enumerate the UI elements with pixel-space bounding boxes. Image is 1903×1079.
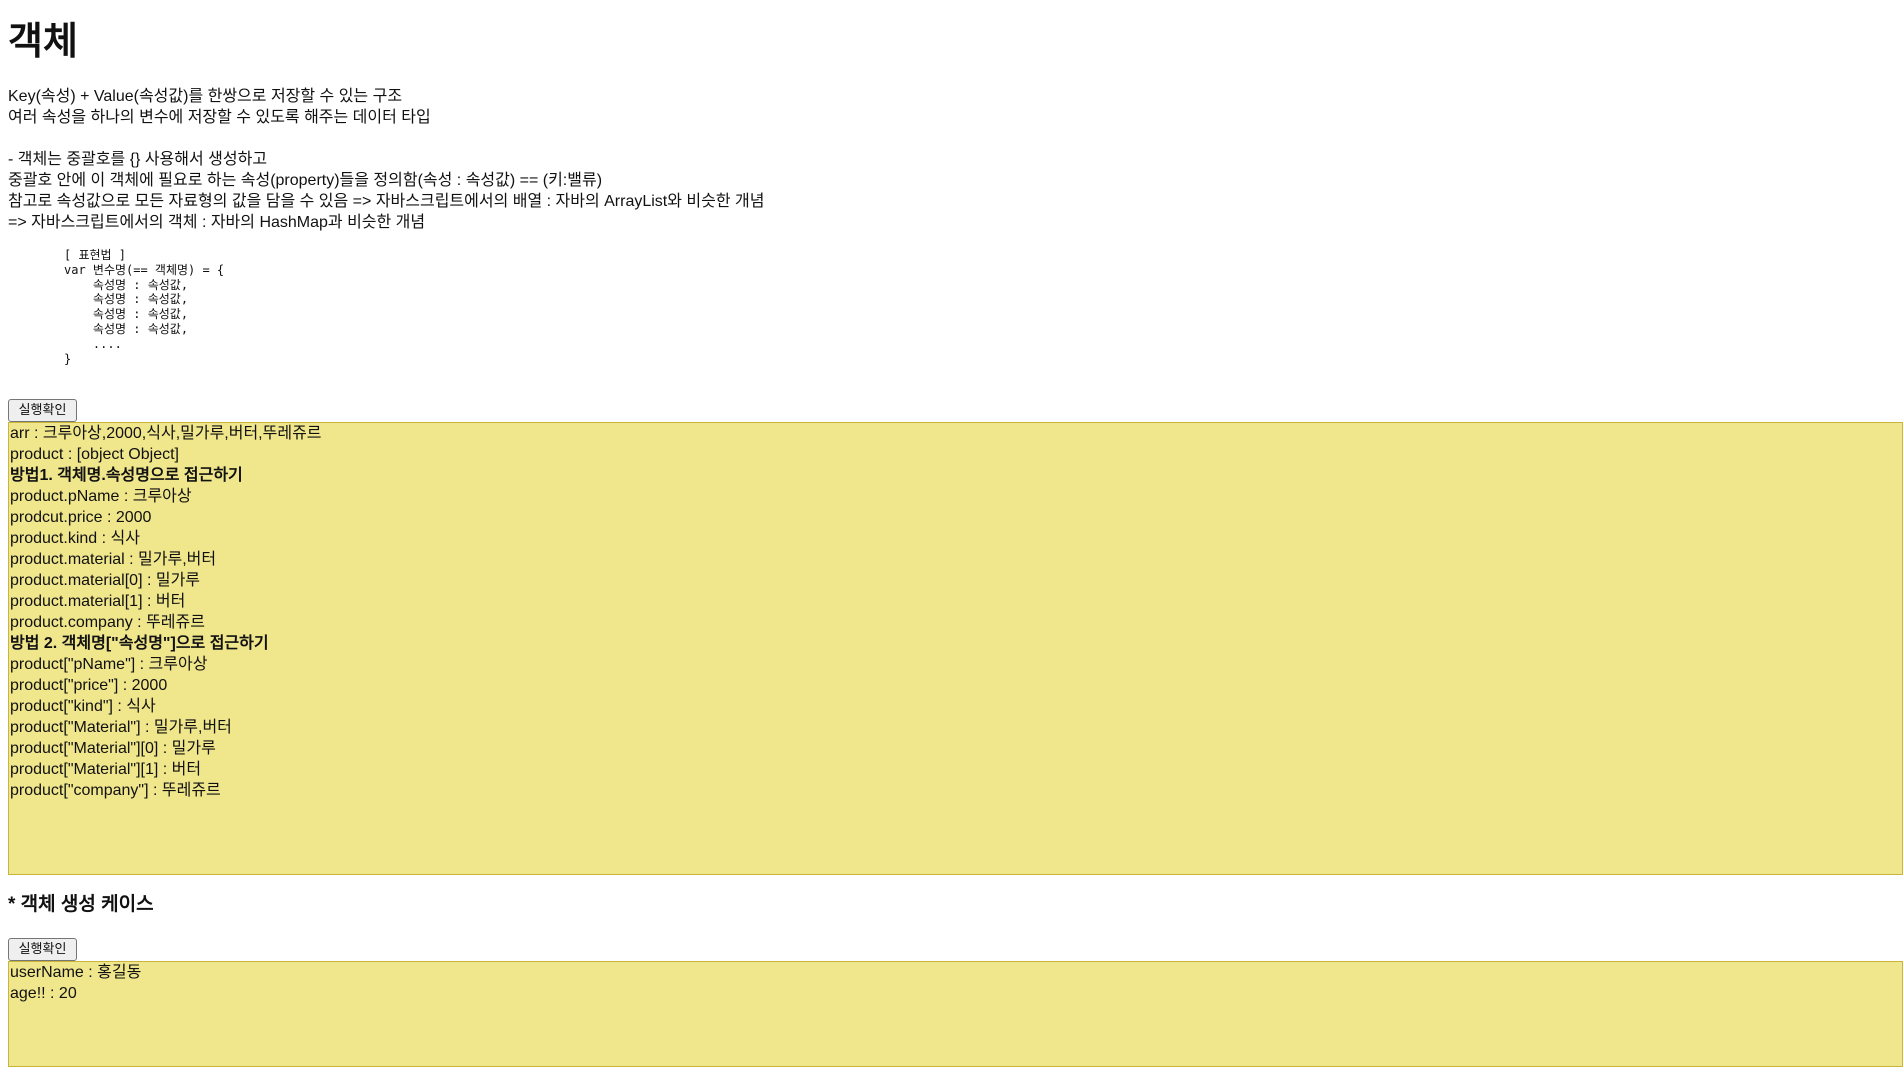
output-line: product["Material"][1] : 버터 [10,761,202,778]
output-line: product["pName"] : 크루아상 [10,656,208,673]
run-button-object-creation[interactable]: 실행확인 [8,938,77,961]
output-line: arr : 크루아상,2000,식사,밀가루,버터,뚜레쥬르 [10,425,322,442]
details-paragraph: - 객체는 중괄호를 {} 사용해서 생성하고 중괄호 안에 이 객체에 필요로… [8,149,1408,233]
output-line: product.material : 밀가루,버터 [10,551,217,568]
details-line: 중괄호 안에 이 객체에 필요로 하는 속성(property)들을 정의함(속… [8,172,603,189]
intro-line: 여러 속성을 하나의 변수에 저장할 수 있도록 해주는 데이터 타입 [8,109,431,126]
details-line: 참고로 속성값으로 모든 자료형의 값을 담을 수 있음 => 자바스크립트에서… [8,193,765,210]
output-area-object-creation: userName : 홍길동 age!! : 20 [8,961,1903,1067]
section-heading-object-creation: * 객체 생성 케이스 [8,894,154,915]
page-title: 객체 [8,21,78,63]
output-line: product.material[1] : 버터 [10,593,186,610]
output-line: product.material[0] : 밀가루 [10,572,201,589]
output-heading: 방법1. 객체명.속성명으로 접근하기 [10,467,243,484]
output-line: product.company : 뚜레쥬르 [10,614,205,631]
output-line: userName : 홍길동 [10,964,142,981]
page: 객체 Key(속성) + Value(속성값)를 한쌍으로 저장할 수 있는 구… [0,0,1903,1079]
code-line: var 변수명(== 객체명) = { [64,262,225,277]
output-line: product["Material"] : 밀가루,버터 [10,719,232,736]
output-area-objects: arr : 크루아상,2000,식사,밀가루,버터,뚜레쥬르 product :… [8,422,1903,875]
output-line: product["price"] : 2000 [10,677,168,694]
syntax-code-block: [ 표현법 ] var 변수명(== 객체명) = { 속성명 : 속성값, 속성… [64,248,224,366]
output-line: product.kind : 식사 [10,530,140,547]
code-line: } [64,351,72,366]
output-line: product : [object Object] [10,446,179,463]
code-line: 속성명 : 속성값, [64,292,189,307]
output-heading: 방법 2. 객체명["속성명"]으로 접근하기 [10,635,269,652]
run-button-objects[interactable]: 실행확인 [8,399,77,422]
output-line: age!! : 20 [10,985,77,1002]
output-line: product.pName : 크루아상 [10,488,192,505]
output-line: product["kind"] : 식사 [10,698,156,715]
output-line: product["company"] : 뚜레쥬르 [10,782,221,799]
details-line: - 객체는 중괄호를 {} 사용해서 생성하고 [8,151,268,168]
code-line: 속성명 : 속성값, [64,307,189,322]
code-line: 속성명 : 속성값, [64,277,189,292]
details-line: => 자바스크립트에서의 객체 : 자바의 HashMap과 비슷한 개념 [8,214,426,231]
output-line: product["Material"][0] : 밀가루 [10,740,216,757]
intro-line: Key(속성) + Value(속성값)를 한쌍으로 저장할 수 있는 구조 [8,88,403,105]
code-line: 속성명 : 속성값, [64,321,189,336]
output-line: prodcut.price : 2000 [10,509,152,526]
code-line: .... [64,336,122,351]
intro-paragraph: Key(속성) + Value(속성값)를 한쌍으로 저장할 수 있는 구조 여… [8,86,1408,128]
code-line: [ 표현법 ] [64,248,127,262]
